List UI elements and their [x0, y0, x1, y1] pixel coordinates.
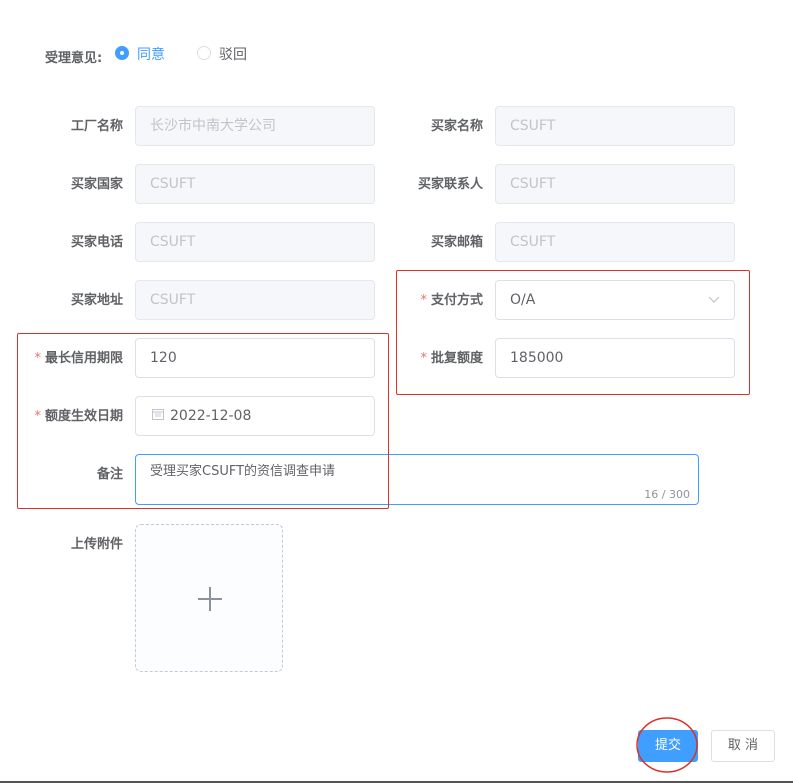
plus-icon-vertical [209, 587, 211, 611]
annotation-box-right [396, 270, 750, 395]
buyer-contact-label: 买家联系人 [417, 177, 483, 192]
radio-agree-label[interactable]: 同意 [137, 44, 165, 64]
buyer-address-input[interactable]: CSUFT [135, 280, 375, 320]
attachment-label: 上传附件 [70, 537, 123, 552]
buyer-email-label: 买家邮箱 [430, 235, 483, 250]
annotation-circle [636, 717, 698, 773]
cancel-button[interactable]: 取 消 [711, 730, 775, 762]
buyer-contact-input[interactable]: CSUFT [495, 164, 735, 204]
buyer-email-input[interactable]: CSUFT [495, 222, 735, 262]
radio-reject-label[interactable]: 驳回 [219, 44, 247, 64]
buyer-address-label: 买家地址 [70, 293, 123, 308]
factory-name-label: 工厂名称 [70, 119, 123, 134]
annotation-box-left [17, 333, 389, 509]
opinion-label: 受理意见: [45, 51, 103, 66]
buyer-country-label: 买家国家 [70, 177, 123, 192]
buyer-phone-label: 买家电话 [70, 235, 123, 250]
upload-area[interactable] [135, 524, 283, 672]
buyer-phone-input[interactable]: CSUFT [135, 222, 375, 262]
remark-counter: 16 / 300 [644, 488, 690, 501]
buyer-country-input[interactable]: CSUFT [135, 164, 375, 204]
buyer-name-input[interactable]: CSUFT [495, 106, 735, 146]
buyer-name-label: 买家名称 [430, 119, 483, 134]
radio-agree-circle[interactable] [115, 46, 129, 60]
factory-name-input[interactable]: 长沙市中南大学公司 [135, 106, 375, 146]
radio-reject-circle[interactable] [197, 46, 211, 60]
